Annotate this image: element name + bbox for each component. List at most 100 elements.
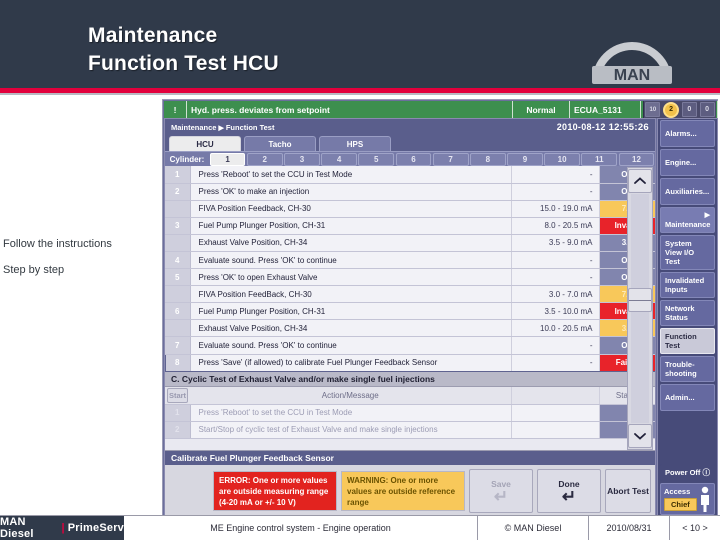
cylinder-button-3[interactable]: 3 [284,153,320,166]
table-row[interactable]: Exhaust Valve Position, CH-34 3.5 - 9.0 … [165,234,655,252]
sidebar-item-function-test[interactable]: Function Test [660,328,715,354]
cylinder-button-6[interactable]: 6 [395,153,432,166]
scroll-up-button[interactable] [628,169,652,193]
sidebar-item-maintenance[interactable]: ▶ Maintenance [660,207,715,233]
chevron-right-icon: ▶ [704,212,710,219]
row-action: Fuel Pump Plunger Position, CH-31 [190,302,511,321]
tab-hps[interactable]: HPS [319,136,391,151]
row-number [165,234,191,252]
row-range: 3.5 - 9.0 mA [510,234,599,252]
breadcrumb-bar: Maintenance ▶ Function Test 2010-08-12 12:… [165,119,655,136]
table-row[interactable]: 3 Fuel Pump Plunger Position, CH-31 8.0 … [165,217,655,235]
table-row[interactable]: 1 Press 'Reboot' to set the CCU in Test … [165,404,655,422]
sidebar-item-power-off[interactable]: Power Off ⓘ [660,464,715,481]
counter-total[interactable]: 10 [645,102,661,117]
tab-tacho[interactable]: Tacho [244,136,316,151]
system-datetime: 2010-08-12 12:55:26 [557,122,649,133]
sidebar-item-engine[interactable]: Engine... [660,149,715,176]
warning-message-box: WARNING: One or more values are outside … [341,471,465,511]
sidebar-item-alarms[interactable]: Alarms... [660,120,715,147]
cylinder-button-7[interactable]: 7 [432,153,469,166]
breadcrumb-root[interactable]: Maintenance [171,123,216,132]
table-row-selected[interactable]: 8 Press 'Save' (if allowed) to calibrate… [165,353,655,372]
man-logo: MAN [592,42,672,84]
row-range: 15.0 - 19.0 mA [510,200,599,218]
row-number [165,319,191,338]
application-body: Maintenance ▶ Function Test 2010-08-12 12:… [164,118,718,517]
row-number [165,285,191,304]
breadcrumb-current: Function Test [225,123,275,132]
table-row[interactable]: Exhaust Valve Position, CH-34 10.0 - 20.… [165,319,655,338]
alarm-state: Normal [513,101,570,118]
cylinder-button-10[interactable]: 10 [544,153,581,166]
row-range: 3.0 - 7.0 mA [510,285,599,304]
column-header-spacer [510,386,599,405]
row-action: Press 'OK' to make an injection [190,183,511,201]
error-message-box: ERROR: One or more values are outside me… [213,471,337,511]
done-button[interactable]: Done ↵ [537,469,601,513]
sidebar-item-auxiliaries[interactable]: Auxiliaries... [660,178,715,205]
application-window: ! Hyd. press. deviates from setpoint Nor… [162,99,718,517]
scroll-thumb[interactable] [628,288,652,312]
calibrate-body: ERROR: One or more values are outside me… [165,465,655,517]
counter-third[interactable]: 0 [681,102,697,117]
start-button[interactable]: Start [167,387,188,403]
breadcrumb[interactable]: Maintenance ▶ Function Test [171,123,274,132]
scroll-down-button[interactable] [628,424,652,448]
work-area: Maintenance ▶ Function Test 2010-08-12 12:… [164,118,656,517]
row-action: Press 'OK' to open Exhaust Valve [190,268,511,287]
cylinder-button-5[interactable]: 5 [358,153,395,166]
footer-title: ME Engine control system - Engine operat… [124,516,478,540]
row-action: Press 'Reboot' to set the CCU in Test Mo… [190,166,511,184]
sidebar-item-invalidated-inputs[interactable]: Invalidated Inputs [660,272,715,298]
column-header-action: Action/Message [190,386,511,405]
table-row[interactable]: 1 Press 'Reboot' to set the CCU in Test … [165,166,655,184]
footer-page-number[interactable]: < 10 > [670,516,720,540]
page-title: Maintenance Function Test HCU [88,22,279,78]
cylinder-button-9[interactable]: 9 [507,153,543,166]
sidebar-item-network-status[interactable]: Network Status [660,300,715,326]
row-action: Exhaust Valve Position, CH-34 [190,234,511,252]
cylinder-button-2[interactable]: 2 [246,153,283,166]
table-row[interactable]: FIVA Position FeedBack, CH-30 3.0 - 7.0 … [165,285,655,304]
start-button-cell[interactable]: Start [165,386,190,405]
footer-brand-left: MAN Diesel [0,516,34,540]
row-number [165,200,191,218]
row-range: - [510,336,599,355]
row-range: - [510,268,599,287]
cylinder-button-1[interactable]: 1 [209,153,246,166]
cylinder-label: Cylinder: [169,155,205,164]
cylinder-button-11[interactable]: 11 [581,153,618,166]
table-row[interactable]: 5 Press 'OK' to open Exhaust Valve - OK [165,268,655,287]
counter-unacknowledged[interactable]: 2 [663,101,680,118]
counter-fourth[interactable]: 0 [699,102,715,117]
row-action: Start/Stop of cyclic test of Exhaust Val… [190,421,511,439]
alarm-bar[interactable]: ! Hyd. press. deviates from setpoint Nor… [164,101,718,118]
cylinder-button-4[interactable]: 4 [321,153,357,166]
vertical-scrollbar[interactable] [627,167,653,450]
row-range: - [510,183,599,201]
row-range: 3.5 - 10.0 mA [510,302,599,321]
cylinder-button-8[interactable]: 8 [469,153,506,166]
table-row[interactable]: 7 Evaluate sound. Press 'OK' to continue… [165,336,655,355]
table-row[interactable]: 4 Evaluate sound. Press 'OK' to continue… [165,251,655,270]
row-range [510,404,599,422]
save-button[interactable]: Save ↵ [469,469,533,513]
row-number: 7 [165,336,191,355]
cylinder-button-12[interactable]: 12 [618,153,655,166]
sidebar-item-troubleshooting[interactable]: Trouble- shooting [660,356,715,382]
slide-footer: MAN Diesel | PrimeServ ME Engine control… [0,515,720,540]
tab-hcu[interactable]: HCU [169,136,241,151]
table-row[interactable]: 6 Fuel Pump Plunger Position, CH-31 3.5 … [165,302,655,321]
sidebar-item-admin[interactable]: Admin... [660,384,715,411]
row-number: 4 [165,251,191,270]
alarm-counters: 10 2 0 0 [643,101,716,118]
footer-brand-divider: | [61,522,65,534]
table-row[interactable]: 2 Press 'OK' to make an injection - OK [165,183,655,201]
slide-header: Maintenance Function Test HCU MAN [0,0,720,88]
table-row[interactable]: FIVA Position Feedback, CH-30 15.0 - 19.… [165,200,655,218]
sidebar-item-system-view-io-test[interactable]: System View I/O Test [660,235,715,270]
access-panel[interactable]: Access Chief [660,483,715,515]
abort-test-button[interactable]: Abort Test [605,469,651,513]
table-row[interactable]: 2 Start/Stop of cyclic test of Exhaust V… [165,421,655,439]
